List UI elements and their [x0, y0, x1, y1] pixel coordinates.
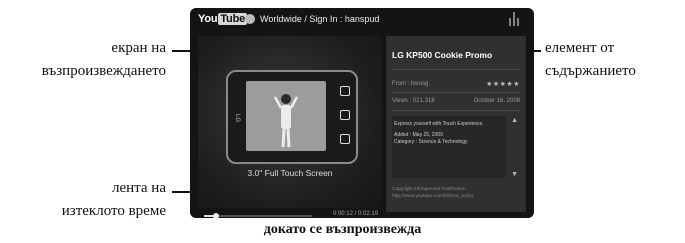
phone-button-icon [340, 86, 350, 96]
player-screen-callout-line [172, 50, 192, 52]
progress-knob[interactable] [212, 213, 219, 218]
divider [392, 110, 520, 111]
top-bar: You Tube Worldwide / Sign In : hanspud [190, 8, 534, 32]
copyright-notice: Copyright Infringement Notification http… [392, 186, 474, 200]
video-player[interactable]: LG 3.0" Full Touch Screen [198, 36, 382, 208]
video-title: LG KP500 Cookie Promo [392, 50, 493, 60]
time-readout: 0:00:12 / 0:02:19 [332, 211, 378, 217]
content-item-panel[interactable]: LG KP500 Cookie Promo From : lovusg ★★★★… [386, 36, 526, 212]
copyright-url[interactable]: http://www.youtube.com/t/dmca_policy [392, 193, 474, 200]
copyright-line: Copyright Infringement Notification [392, 187, 466, 192]
phone-screen [246, 81, 326, 151]
timebar-label-line1: лента на [111, 180, 166, 196]
region-signin[interactable]: Worldwide / Sign In : hanspud [260, 14, 379, 24]
figure-caption: докато се възпроизвежда [263, 222, 422, 237]
phone-brand-text: LG [234, 114, 240, 123]
antenna-icon [509, 12, 519, 26]
content-item-label-line2: съдържанието [545, 63, 636, 79]
progress-track[interactable] [204, 213, 312, 218]
phone-image: LG [226, 70, 358, 164]
youtube-logo: You Tube [198, 13, 248, 25]
divider [392, 92, 520, 93]
promo-caption: 3.0" Full Touch Screen [247, 168, 333, 178]
category: Category : Science & Technology [394, 139, 468, 145]
elapsed-time-bar[interactable]: 0:00:12 / 0:02:19 [198, 211, 382, 218]
description-box[interactable]: Express yourself with Touch Experience. … [392, 116, 506, 178]
description-text: Express yourself with Touch Experience. [394, 121, 484, 127]
added-date: Added : May 25, 2009 [394, 132, 443, 138]
rating-stars: ★★★★★ [486, 80, 520, 88]
youtube-screen: You Tube Worldwide / Sign In : hanspud LG [190, 8, 534, 218]
phone-button-icon [340, 134, 350, 144]
player-screen-label-line1: екран на [111, 40, 166, 56]
uploader: From : lovusg [392, 81, 429, 87]
view-count: Views : 021,318 [392, 98, 435, 104]
scroll-up-icon[interactable]: ▲ [511, 116, 518, 124]
divider [392, 69, 520, 70]
timebar-label-line2: изтеклото време [61, 203, 166, 219]
person-figure [274, 94, 298, 148]
globe-icon[interactable] [245, 14, 255, 24]
scroll-down-icon[interactable]: ▼ [511, 170, 518, 178]
phone-button-icon [340, 110, 350, 120]
timebar-callout-line [172, 191, 192, 193]
player-screen-label-line2: възпроизвеждането [41, 63, 166, 79]
upload-date: October 16, 2008 [473, 98, 520, 104]
content-item-label-line1: елемент от [545, 40, 615, 56]
